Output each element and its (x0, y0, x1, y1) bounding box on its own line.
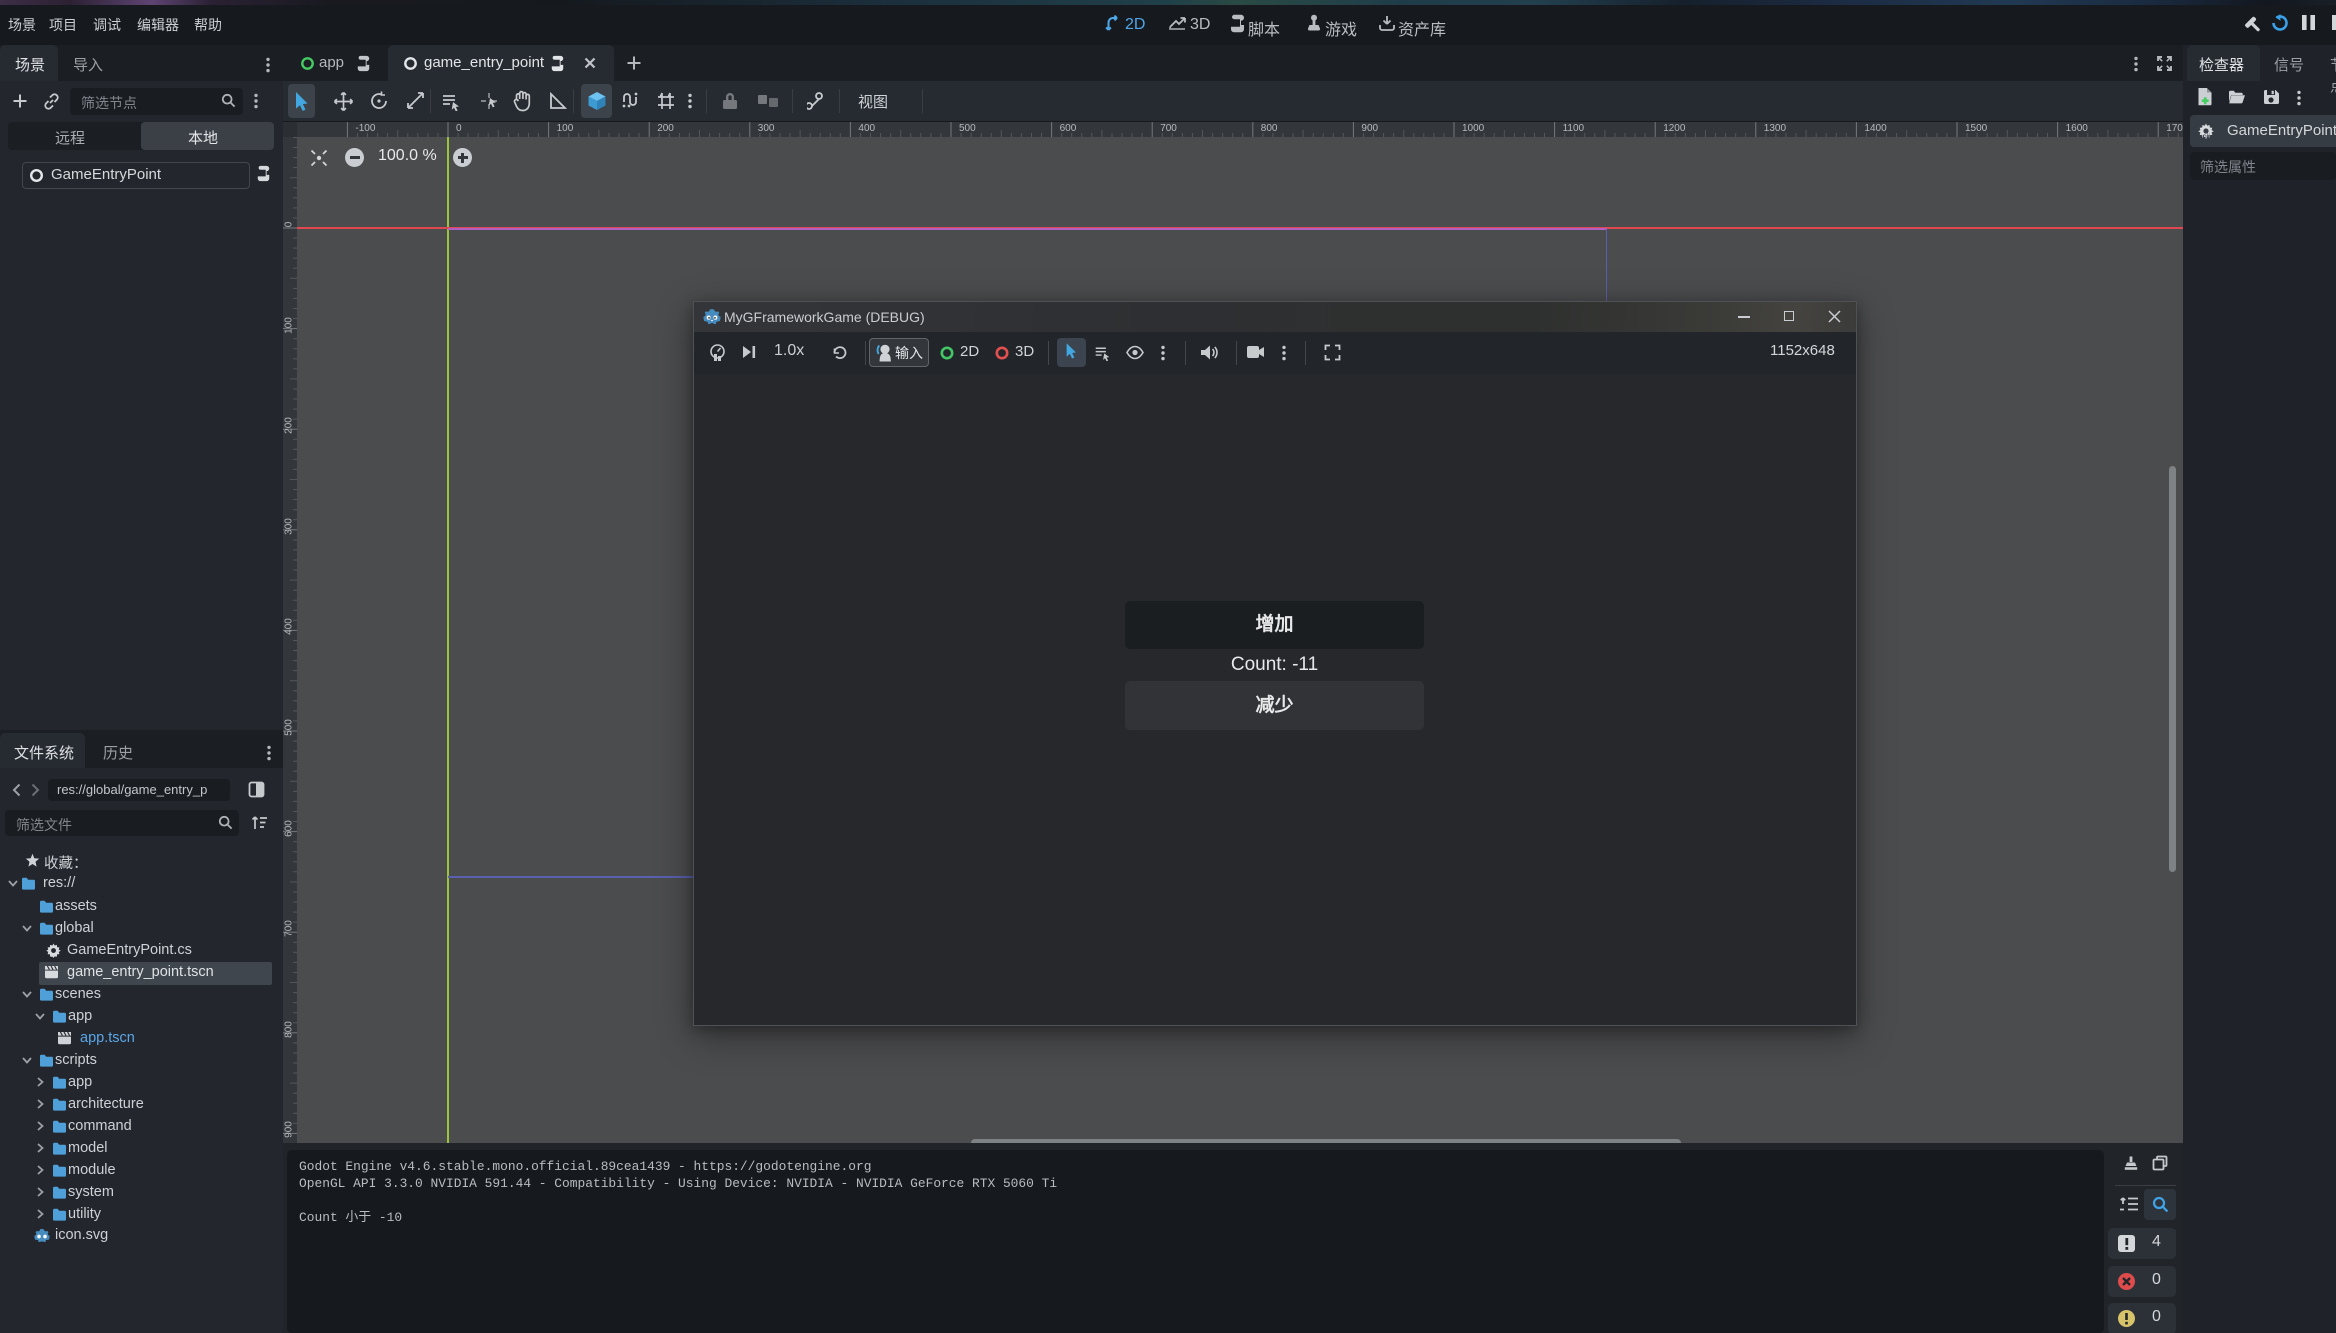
svg-text:c#: c# (50, 952, 57, 958)
svg-text:c#: c# (2203, 133, 2211, 139)
